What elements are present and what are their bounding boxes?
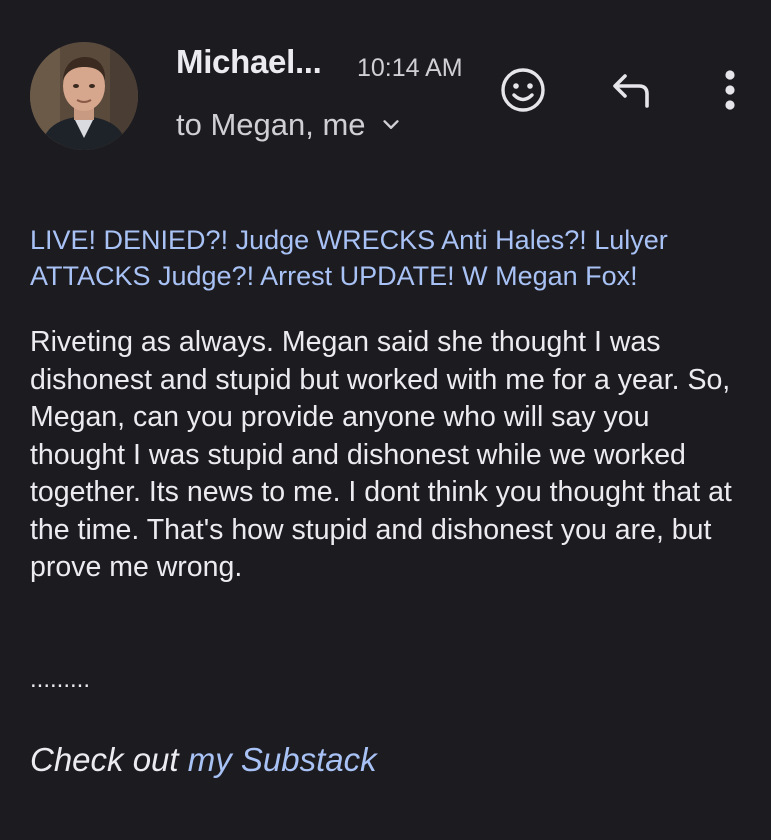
avatar-photo-icon — [30, 42, 138, 150]
video-title-link[interactable]: LIVE! DENIED?! Judge WRECKS Anti Hales?!… — [30, 222, 742, 294]
separator-dots: ......... — [30, 666, 91, 693]
message-time: 10:14 AM — [357, 54, 463, 82]
substack-link[interactable]: my Substack — [188, 741, 377, 778]
emoji-reaction-button[interactable] — [497, 64, 549, 116]
reply-button[interactable] — [606, 66, 658, 114]
chevron-down-icon — [382, 120, 399, 129]
recipients-label: to Megan, me — [176, 107, 366, 142]
recipients-toggle[interactable]: to Megan, me — [176, 107, 402, 143]
sender-name[interactable]: Michael... — [176, 43, 322, 81]
more-vertical-icon — [725, 70, 735, 110]
emoji-icon — [501, 68, 545, 112]
signoff-prefix: Check out — [30, 741, 188, 778]
message-content: LIVE! DENIED?! Judge WRECKS Anti Hales?!… — [30, 222, 742, 587]
email-view: Michael... 10:14 AM to Megan, me LIVE! D… — [0, 0, 771, 840]
more-options-button[interactable] — [712, 64, 748, 116]
signoff-line: Check out my Substack — [30, 741, 377, 779]
message-body: Riveting as always. Megan said she thoug… — [30, 326, 732, 583]
sender-avatar[interactable] — [30, 42, 138, 150]
reply-icon — [613, 74, 649, 108]
